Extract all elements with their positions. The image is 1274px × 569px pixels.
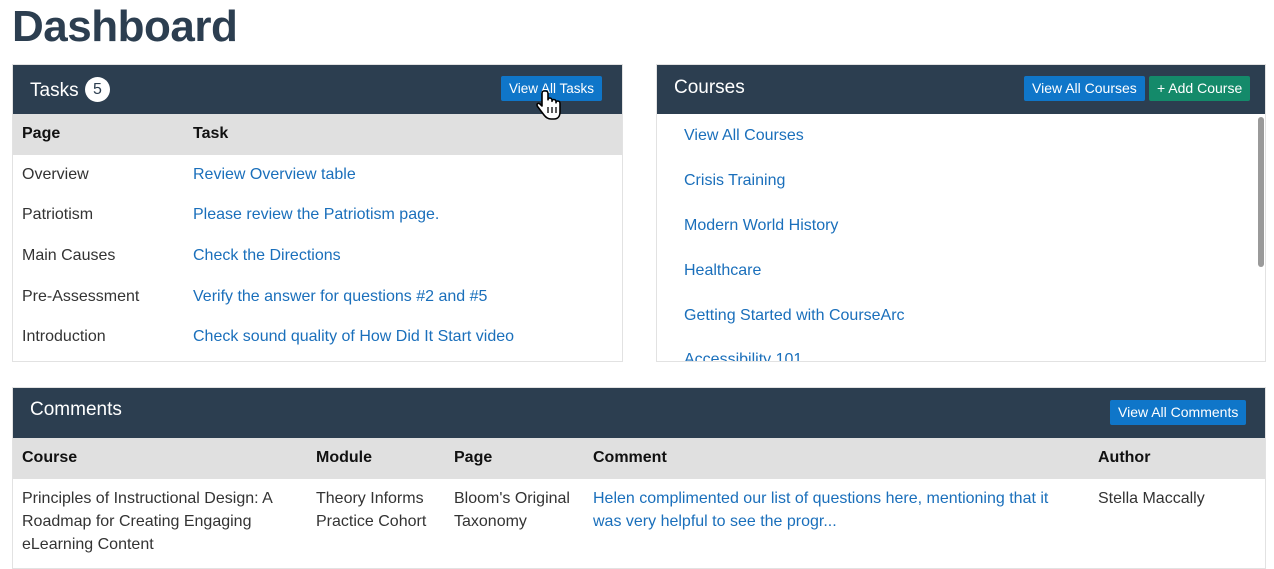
tasks-table-header: Page Task: [13, 114, 622, 155]
comments-title: Comments: [30, 399, 122, 420]
tasks-panel: Tasks 5 View All Tasks Page Task Overvie…: [12, 64, 623, 362]
course-link[interactable]: Healthcare: [684, 262, 761, 280]
task-page-cell: Patriotism: [22, 206, 94, 223]
view-all-courses-button[interactable]: View All Courses: [1024, 76, 1145, 101]
comment-author-cell: Stella Maccally: [1098, 490, 1205, 507]
view-all-comments-button[interactable]: View All Comments: [1110, 400, 1247, 425]
comment-link[interactable]: Helen complimented our list of questions…: [593, 487, 1073, 533]
comments-column-page: Page: [454, 449, 493, 466]
task-page-cell: Main Causes: [22, 247, 116, 264]
comments-table-header: Course Module Page Comment Author: [13, 438, 1265, 479]
hand-pointer-icon: [536, 90, 561, 120]
comments-panel: Comments View All Comments Course Module…: [12, 387, 1266, 569]
course-link[interactable]: Getting Started with CourseArc: [684, 307, 905, 325]
comments-column-author: Author: [1098, 449, 1151, 466]
courses-scrollbar[interactable]: [1258, 117, 1264, 267]
comment-page-cell: Bloom's Original Taxonomy: [454, 490, 570, 530]
task-link[interactable]: Please review the Patriotism page.: [193, 206, 439, 224]
tasks-panel-header: Tasks 5 View All Tasks: [13, 65, 622, 114]
add-course-button[interactable]: + Add Course: [1149, 76, 1251, 101]
task-link[interactable]: Verify the answer for questions #2 and #…: [193, 288, 487, 306]
task-link[interactable]: Review Overview table: [193, 166, 356, 184]
tasks-count-badge: 5: [85, 77, 110, 102]
task-link[interactable]: Check the Directions: [193, 247, 341, 265]
course-link[interactable]: Crisis Training: [684, 172, 785, 190]
tasks-column-task: Task: [193, 125, 229, 142]
tasks-column-page: Page: [22, 125, 61, 142]
task-page-cell: Pre-Assessment: [22, 288, 140, 305]
courses-panel: Courses View All Courses + Add Course Vi…: [656, 64, 1266, 362]
task-page-cell: Overview: [22, 166, 89, 183]
task-page-cell: Introduction: [22, 328, 106, 345]
tasks-title: Tasks: [30, 80, 79, 101]
table-row: Principles of Instructional Design: A Ro…: [13, 487, 1265, 567]
comments-column-course: Course: [22, 449, 78, 466]
course-link-view-all[interactable]: View All Courses: [684, 127, 804, 145]
course-link[interactable]: Modern World History: [684, 217, 838, 235]
task-link[interactable]: Check sound quality of How Did It Start …: [193, 328, 514, 346]
comments-column-module: Module: [316, 449, 372, 466]
comment-module-cell: Theory Informs Practice Cohort: [316, 490, 427, 530]
comments-panel-header: Comments View All Comments: [13, 388, 1265, 438]
courses-title: Courses: [674, 77, 745, 98]
comment-course-cell: Principles of Instructional Design: A Ro…: [22, 490, 272, 553]
page-title: Dashboard: [12, 2, 238, 51]
course-link[interactable]: Accessibility 101: [684, 351, 802, 361]
comments-column-comment: Comment: [593, 449, 667, 466]
courses-panel-header: Courses View All Courses + Add Course: [657, 65, 1265, 114]
